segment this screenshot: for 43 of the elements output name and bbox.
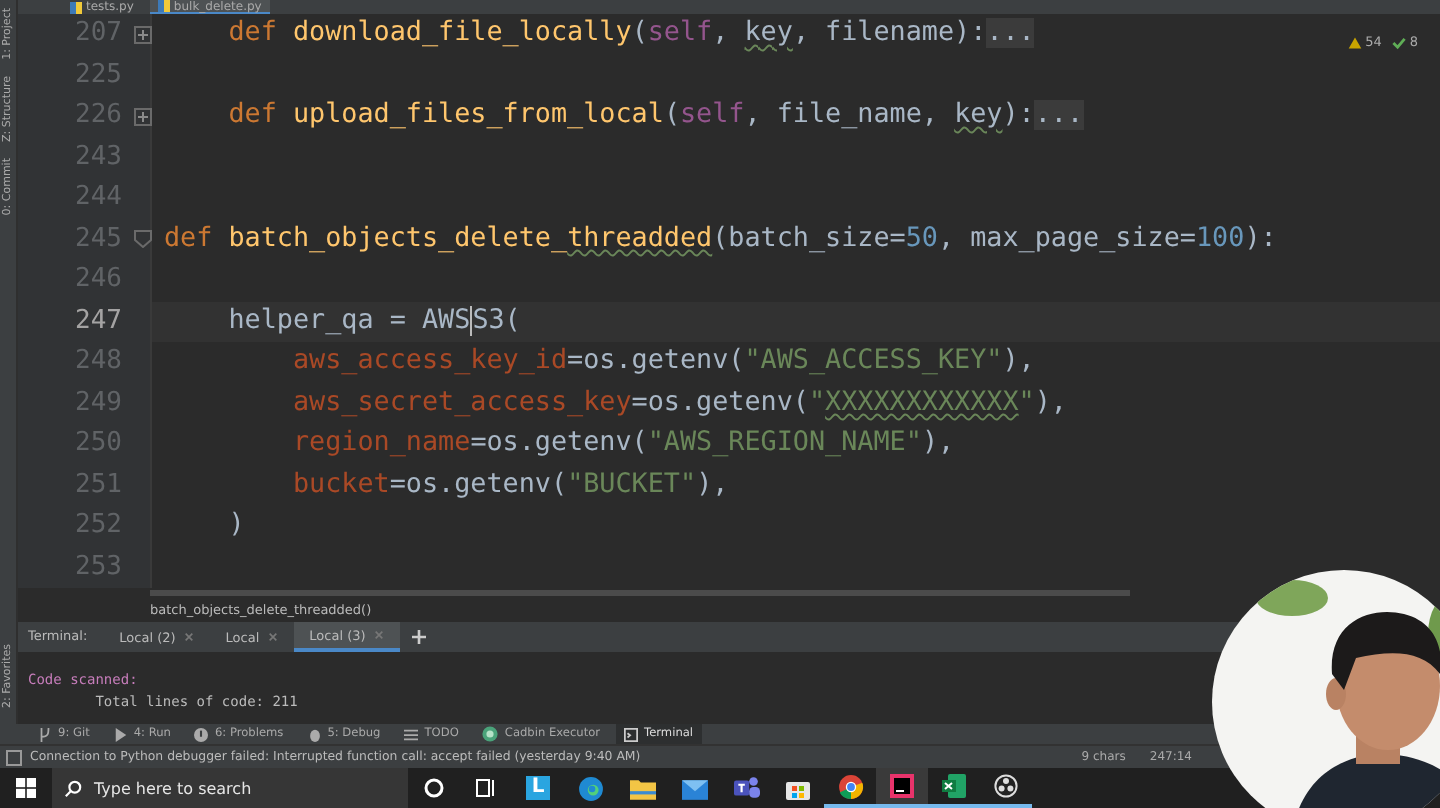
taskbar-app[interactable] — [876, 768, 928, 808]
check-icon — [1391, 35, 1406, 49]
taskbar-app[interactable] — [980, 768, 1032, 808]
python-icon — [70, 1, 82, 13]
fold-icon[interactable] — [134, 107, 152, 126]
code-line: def upload_files_from_local(self, file_name, key):... — [226, 98, 1084, 135]
ide-icon — [890, 774, 914, 798]
code-line: def batch_objects_delete_threadded(batch_size=50, max_page_size=100): — [164, 221, 1277, 258]
code-line: helper_qa = AWSS3( — [226, 303, 521, 340]
code-line: aws_access_key_id=os.getenv("AWS_ACCESS_KEY"), — [290, 344, 1035, 381]
search-field[interactable]: Type here to search — [52, 768, 408, 808]
bag-icon — [786, 776, 810, 800]
browser-icon — [837, 773, 863, 799]
taskbar-app[interactable] — [928, 768, 980, 808]
fold-icon[interactable] — [134, 25, 152, 44]
search-icon — [64, 779, 82, 797]
warning-icon — [1347, 35, 1362, 49]
terminal-icon — [624, 727, 639, 741]
branch-icon — [38, 727, 52, 741]
recorder-icon — [994, 774, 1018, 798]
plugin-icon — [482, 726, 499, 742]
line-number: 247 — [73, 303, 124, 339]
circle-icon[interactable] — [424, 778, 444, 798]
code-line: def download_file_locally(self, key, filename):... — [226, 16, 1035, 53]
code-line: bucket=os.getenv("BUCKET"), — [290, 467, 729, 504]
python-icon — [157, 0, 170, 12]
app-icon: L — [526, 776, 550, 800]
mail-icon — [681, 777, 707, 799]
windows-icon[interactable] — [16, 778, 36, 798]
code-line: aws_secret_access_key=os.getenv("XXXXXXXXXXXX"), — [290, 385, 1067, 422]
task-view-icon[interactable] — [476, 778, 496, 798]
bug-icon — [307, 727, 322, 741]
code-line: region_name=os.getenv("AWS_REGION_NAME"), — [290, 426, 955, 463]
list-icon — [404, 727, 419, 741]
swirl-icon — [577, 775, 603, 801]
square-icon[interactable] — [6, 749, 22, 765]
scrollbar[interactable] — [150, 590, 1130, 596]
plus-icon[interactable] — [411, 630, 426, 644]
taskbar-app[interactable]: L — [512, 768, 564, 808]
spreadsheet-icon — [942, 774, 966, 798]
folder-icon — [629, 777, 655, 799]
code-line: ) — [226, 508, 245, 545]
people-icon — [733, 776, 759, 800]
